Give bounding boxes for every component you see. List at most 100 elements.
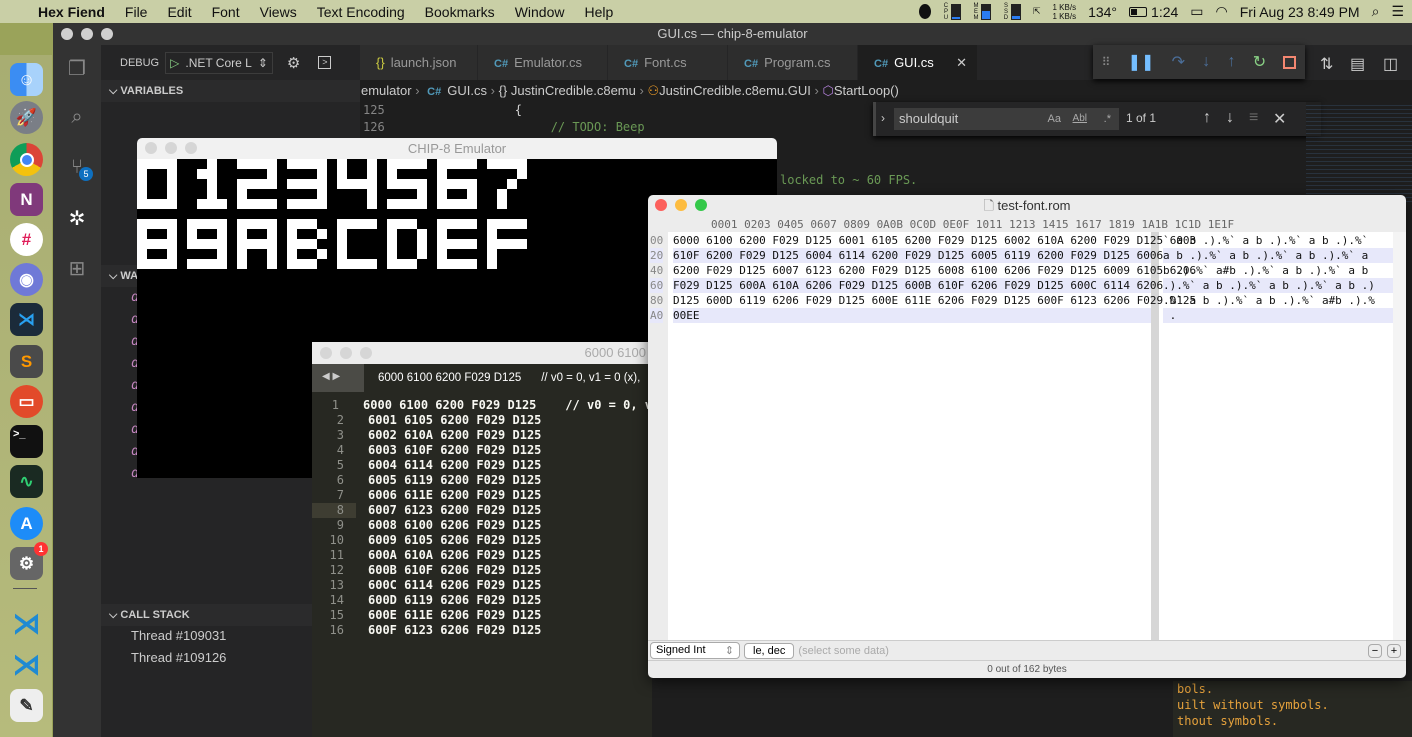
menu-edit[interactable]: Edit xyxy=(167,4,191,20)
finder-icon[interactable]: ☺ xyxy=(10,63,43,96)
breadcrumb-item[interactable]: GUI.cs xyxy=(447,83,487,98)
tab-emulator-cs[interactable]: C# Emulator.cs xyxy=(478,45,608,80)
editor-line[interactable]: 6 6005 6119 6200 F029 D125 xyxy=(312,473,652,488)
expand-arrows-icon[interactable]: ⇱ xyxy=(1033,6,1041,17)
discord-icon[interactable]: ◉ xyxy=(10,263,43,296)
nav-arrows-icon[interactable]: ◀ ▶ xyxy=(322,371,340,382)
vscode-icon[interactable]: ⋊ xyxy=(10,607,43,640)
editor-line[interactable]: 12 600B 610F 6206 F029 D125 xyxy=(312,563,652,578)
breadcrumb-item[interactable]: {} JustinCredible.c8emu xyxy=(499,83,636,98)
step-into-icon[interactable]: ↓ xyxy=(1202,53,1210,71)
split-editor-icon[interactable]: ◫ xyxy=(1383,54,1398,74)
start-debugging-icon[interactable]: ▷ xyxy=(170,56,179,70)
tab-program-cs[interactable]: C# Program.cs xyxy=(728,45,858,80)
find-in-selection-icon[interactable]: ≡ xyxy=(1249,109,1258,127)
hex-column[interactable]: 6000 6100 6200 F029 D125 6001 6105 6200 … xyxy=(668,233,1196,323)
slack-icon[interactable]: # xyxy=(10,223,43,256)
extensions-icon[interactable]: ⊞ xyxy=(65,257,89,281)
menu-app-name[interactable]: Hex Fiend xyxy=(38,4,105,20)
preview-icon[interactable]: ▤ xyxy=(1350,54,1365,74)
ascii-row[interactable]: ` a b .).%` a b .).%` a b .).%` xyxy=(1163,233,1393,248)
editor-line[interactable]: 15 600E 611E 6206 F029 D125 xyxy=(312,608,652,623)
cpu-meter[interactable]: CPU xyxy=(943,3,961,21)
minimize-button[interactable] xyxy=(340,347,352,359)
vscode-insiders-icon[interactable]: ⋊ xyxy=(10,303,43,336)
hex-row[interactable]: 6000 6100 6200 F029 D125 6001 6105 6200 … xyxy=(673,233,1196,248)
system-preferences-icon[interactable]: ⚙ 1 xyxy=(10,542,48,580)
airplay-icon[interactable]: ▭ xyxy=(1190,3,1203,20)
editor-line[interactable]: 16 600F 6123 6206 F029 D125 xyxy=(312,623,652,638)
minimize-button[interactable] xyxy=(675,199,687,211)
ascii-row[interactable]: a b .).%` a b .).%` a b .).%` a xyxy=(1163,248,1393,263)
status-dot-icon[interactable] xyxy=(918,4,931,19)
menu-font[interactable]: Font xyxy=(212,4,240,20)
search-icon[interactable]: ⌕ xyxy=(65,105,89,129)
debug-icon[interactable]: ✲ xyxy=(65,207,89,231)
temperature[interactable]: 134° xyxy=(1088,4,1117,20)
close-tab-icon[interactable]: ✕ xyxy=(956,45,967,80)
step-out-icon[interactable]: ↑ xyxy=(1228,53,1236,71)
stop-icon[interactable] xyxy=(1283,55,1297,69)
editor-line[interactable]: 11 600A 610A 6206 F029 D125 xyxy=(312,548,652,563)
endian-button[interactable]: le, dec xyxy=(744,642,795,659)
zoom-button[interactable] xyxy=(101,28,113,40)
close-button[interactable] xyxy=(61,28,73,40)
menu-file[interactable]: File xyxy=(125,4,148,20)
hex-titlebar[interactable]: 🗋 test-font.rom xyxy=(648,195,1406,216)
restart-icon[interactable]: ↻ xyxy=(1253,52,1266,72)
close-button[interactable] xyxy=(145,142,157,154)
chrome-icon[interactable] xyxy=(10,143,43,176)
hex-row[interactable]: 00EE xyxy=(673,308,1151,323)
match-case-toggle[interactable]: Aa xyxy=(1048,108,1061,130)
ascii-column[interactable]: ` a b .).%` a b .).%` a b .).%` a b .).%`… xyxy=(1159,233,1393,323)
app-store-icon[interactable]: A xyxy=(10,507,43,540)
activity-monitor-icon[interactable]: ∿ xyxy=(10,465,43,498)
tab-launch-json[interactable]: {} launch.json xyxy=(360,45,478,80)
open-changes-icon[interactable]: ⇅ xyxy=(1320,54,1333,74)
toggle-replace-icon[interactable]: › xyxy=(881,111,885,125)
tab-font-cs[interactable]: C# Font.cs xyxy=(608,45,728,80)
minimize-button[interactable] xyxy=(165,142,177,154)
editor-line[interactable]: 13 600C 6114 6206 F029 D125 xyxy=(312,578,652,593)
editor-line[interactable]: 8 6007 6123 6200 F029 D125 xyxy=(312,503,652,518)
pause-icon[interactable]: ❚❚ xyxy=(1128,52,1155,72)
minimap[interactable] xyxy=(1306,102,1412,202)
breadcrumb-item[interactable]: emulator xyxy=(361,83,412,98)
editor-line[interactable]: 5 6004 6114 6200 F029 D125 xyxy=(312,458,652,473)
menu-text-encoding[interactable]: Text Encoding xyxy=(317,4,405,20)
sublime-text-icon[interactable]: S xyxy=(10,345,43,378)
drag-handle-icon[interactable]: ⠿ xyxy=(1102,55,1111,69)
breadcrumb-item[interactable]: StartLoop() xyxy=(834,83,899,98)
menu-help[interactable]: Help xyxy=(584,4,613,20)
launchpad-icon[interactable]: 🚀 xyxy=(10,101,43,134)
terminal-icon[interactable]: >_ xyxy=(10,425,43,458)
gear-icon[interactable]: ⚙ xyxy=(287,54,300,72)
close-button[interactable] xyxy=(320,347,332,359)
vscode-icon-2[interactable]: ⋊ xyxy=(10,648,43,681)
editor-line[interactable]: 14 600D 6119 6206 F029 D125 xyxy=(312,593,652,608)
ascii-row[interactable]: .%` a b .).%` a b .).%` a#b .).% xyxy=(1163,293,1393,308)
ssd-meter[interactable]: SSD xyxy=(1003,3,1021,21)
hex-row[interactable]: 6200 F029 D125 6007 6123 6200 F029 D125 … xyxy=(673,263,1196,278)
close-button[interactable] xyxy=(655,199,667,211)
hex-row[interactable]: 610F 6200 F029 D125 6004 6114 6200 F029 … xyxy=(673,248,1196,263)
menu-window[interactable]: Window xyxy=(515,4,565,20)
editor-line[interactable]: 7 6006 611E 6200 F029 D125 xyxy=(312,488,652,503)
explorer-icon[interactable]: ❐ xyxy=(65,57,89,81)
hex-row[interactable]: F029 D125 600A 610A 6206 F029 D125 600B … xyxy=(673,278,1196,293)
zoom-button[interactable] xyxy=(695,199,707,211)
notification-center-icon[interactable]: ☰ xyxy=(1391,3,1404,20)
next-match-icon[interactable]: ↓ xyxy=(1226,109,1234,127)
hex-row[interactable]: D125 600D 6119 6206 F029 D125 600E 611E … xyxy=(673,293,1196,308)
source-control-icon[interactable]: ⑂ 5 xyxy=(65,155,93,181)
ascii-row[interactable]: b .).%` a#b .).%` a b .).%` a b xyxy=(1163,263,1393,278)
editor-line[interactable]: 1 6000 6100 6200 F029 D125 // v0 = 0, v xyxy=(312,398,652,413)
ascii-row[interactable]: . xyxy=(1163,308,1393,323)
close-find-icon[interactable]: ✕ xyxy=(1273,109,1286,129)
battery-icon[interactable] xyxy=(1129,6,1148,17)
editor-line[interactable]: 2 6001 6105 6200 F029 D125 xyxy=(312,413,652,428)
editor-line[interactable]: 3 6002 610A 6200 F029 D125 xyxy=(312,428,652,443)
debug-config-select[interactable]: ▷ .NET Core L ⇕ xyxy=(165,51,273,74)
network-speed[interactable]: 1 KB/s 1 KB/s xyxy=(1053,3,1077,21)
mem-meter[interactable]: MEM xyxy=(973,3,991,21)
